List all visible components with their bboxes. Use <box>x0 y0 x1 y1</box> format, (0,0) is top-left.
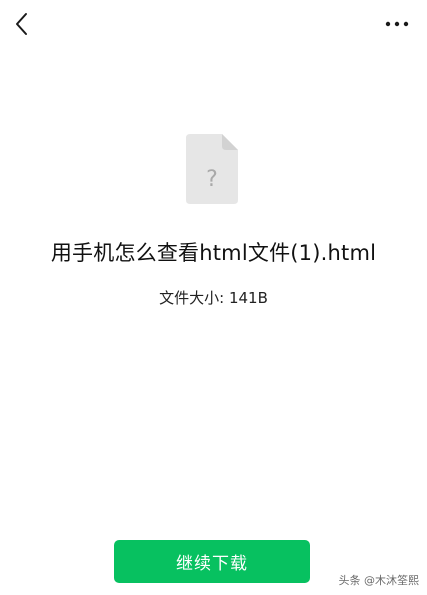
unknown-file-icon: ? <box>186 134 238 204</box>
top-bar <box>0 0 427 50</box>
continue-download-button[interactable]: 继续下载 <box>114 540 310 583</box>
file-icon-glyph: ? <box>206 167 218 192</box>
file-name: 用手机怎么查看html文件(1).html <box>50 241 377 265</box>
file-size-label: 文件大小: 141B <box>159 289 268 307</box>
more-horizontal-icon <box>385 21 409 27</box>
watermark-text: 头条 @木沐筌熙 <box>338 574 420 587</box>
chevron-left-icon <box>16 13 27 35</box>
back-button[interactable] <box>8 10 36 38</box>
more-options-button[interactable] <box>383 12 411 36</box>
